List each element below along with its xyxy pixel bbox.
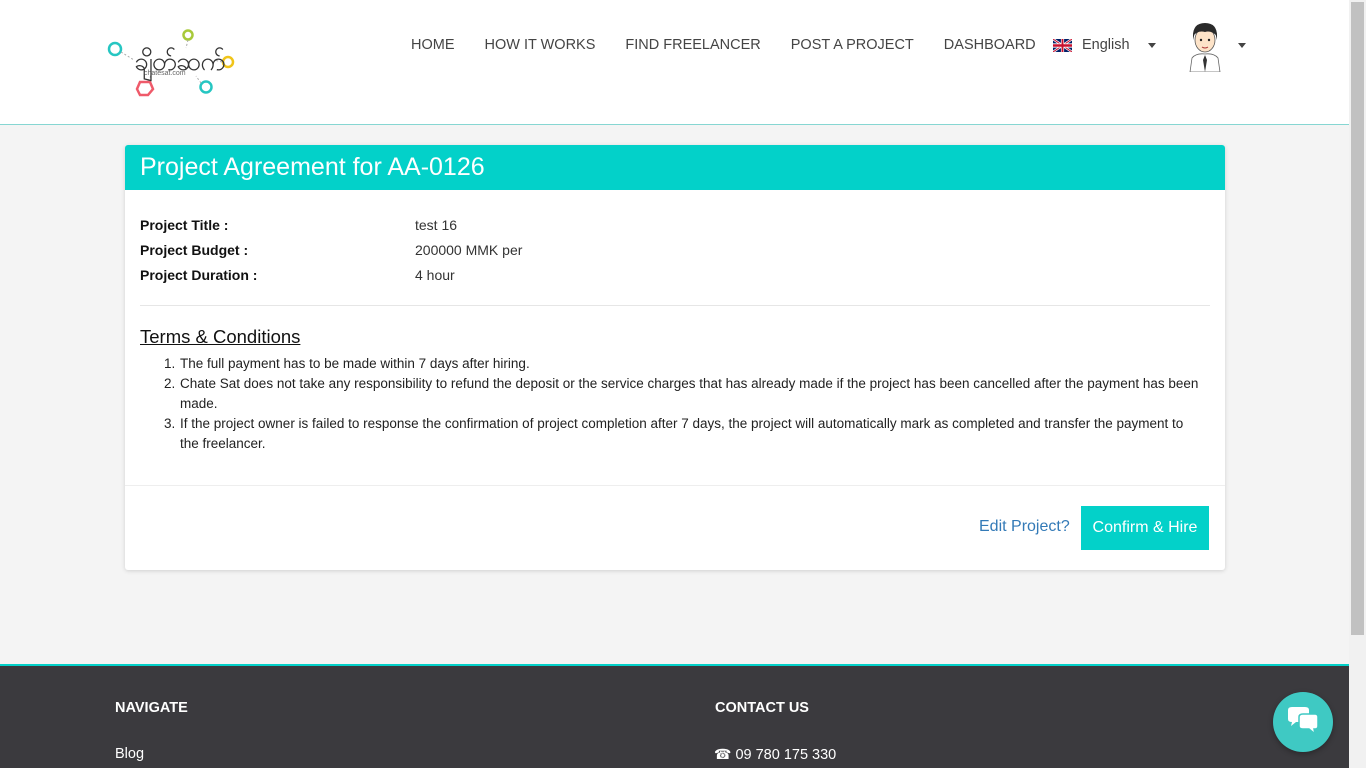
list-number: 3. xyxy=(164,416,176,431)
language-label: English xyxy=(1082,37,1130,53)
user-avatar-icon xyxy=(1189,23,1221,72)
divider xyxy=(140,305,1210,306)
terms-heading: Terms & Conditions xyxy=(140,326,301,347)
chevron-down-icon xyxy=(1147,42,1156,48)
nav-find-freelancer[interactable]: FIND FREELANCER xyxy=(625,37,760,53)
page-scrollbar[interactable] xyxy=(1349,0,1366,768)
confirm-hire-button[interactable]: Confirm & Hire xyxy=(1081,506,1209,550)
detail-label: Project Duration : xyxy=(140,266,258,283)
term-text: Chate Sat does not take any responsibili… xyxy=(180,376,1199,411)
card-header: Project Agreement for AA-0126 xyxy=(125,145,1225,190)
detail-value: 4 hour xyxy=(415,266,455,283)
nav-post-a-project[interactable]: POST A PROJECT xyxy=(791,37,914,53)
project-agreement-card: Project Agreement for AA-0126 Project Ti… xyxy=(125,145,1225,570)
phone-icon: ☎ xyxy=(714,746,732,762)
main-nav: HOME HOW IT WORKS FIND FREELANCER POST A… xyxy=(411,36,1066,54)
site-footer: NAVIGATE Blog CONTACT US ☎ 09 780 175 33… xyxy=(0,664,1349,768)
detail-row-title: Project Title : test 16 xyxy=(140,212,522,237)
divider xyxy=(125,485,1225,486)
detail-label: Project Title : xyxy=(140,216,229,233)
language-selector[interactable]: English xyxy=(1053,36,1156,54)
detail-label: Project Budget : xyxy=(140,241,249,258)
uk-flag-icon xyxy=(1053,38,1072,52)
phone-number: 09 780 175 330 xyxy=(735,746,837,763)
list-item: 3. If the project owner is failed to res… xyxy=(140,414,1200,454)
chat-icon xyxy=(1288,707,1319,736)
detail-row-budget: Project Budget : 200000 MMK per xyxy=(140,237,522,262)
term-text: If the project owner is failed to respon… xyxy=(180,416,1184,451)
logo-subtext: chatesat.com xyxy=(144,70,186,77)
project-details: Project Title : test 16 Project Budget :… xyxy=(140,212,522,287)
footer-phone: ☎ 09 780 175 330 xyxy=(714,746,836,763)
term-text: The full payment has to be made within 7… xyxy=(180,356,530,371)
user-menu[interactable] xyxy=(1186,20,1246,72)
nav-home[interactable]: HOME xyxy=(411,37,455,53)
scrollbar-thumb[interactable] xyxy=(1351,2,1364,635)
site-header: ချိတ်ဆက် chatesat.com HOME HOW IT WORKS … xyxy=(0,0,1349,125)
site-logo[interactable]: ချိတ်ဆက် chatesat.com xyxy=(104,28,236,100)
detail-value: test 16 xyxy=(415,216,458,233)
page-title: Project Agreement for AA-0126 xyxy=(140,153,485,181)
list-item: 2. Chate Sat does not take any responsib… xyxy=(140,374,1200,414)
footer-link-blog[interactable]: Blog xyxy=(115,746,144,762)
footer-navigate-heading: NAVIGATE xyxy=(115,700,188,716)
chat-button[interactable] xyxy=(1273,692,1333,752)
chevron-down-icon xyxy=(1238,42,1246,48)
list-number: 1. xyxy=(164,356,176,371)
detail-value: 200000 MMK per xyxy=(415,241,523,258)
list-item: 1. The full payment has to be made withi… xyxy=(140,354,1200,374)
detail-row-duration: Project Duration : 4 hour xyxy=(140,262,522,287)
footer-contact-heading: CONTACT US xyxy=(715,700,809,716)
nav-dashboard[interactable]: DASHBOARD xyxy=(944,37,1036,53)
logo-text: ချိတ်ဆက် xyxy=(134,47,226,77)
edit-project-link[interactable]: Edit Project? xyxy=(979,518,1070,536)
nav-how-it-works[interactable]: HOW IT WORKS xyxy=(485,37,596,53)
list-number: 2. xyxy=(164,376,176,391)
terms-list: 1. The full payment has to be made withi… xyxy=(140,354,1200,454)
